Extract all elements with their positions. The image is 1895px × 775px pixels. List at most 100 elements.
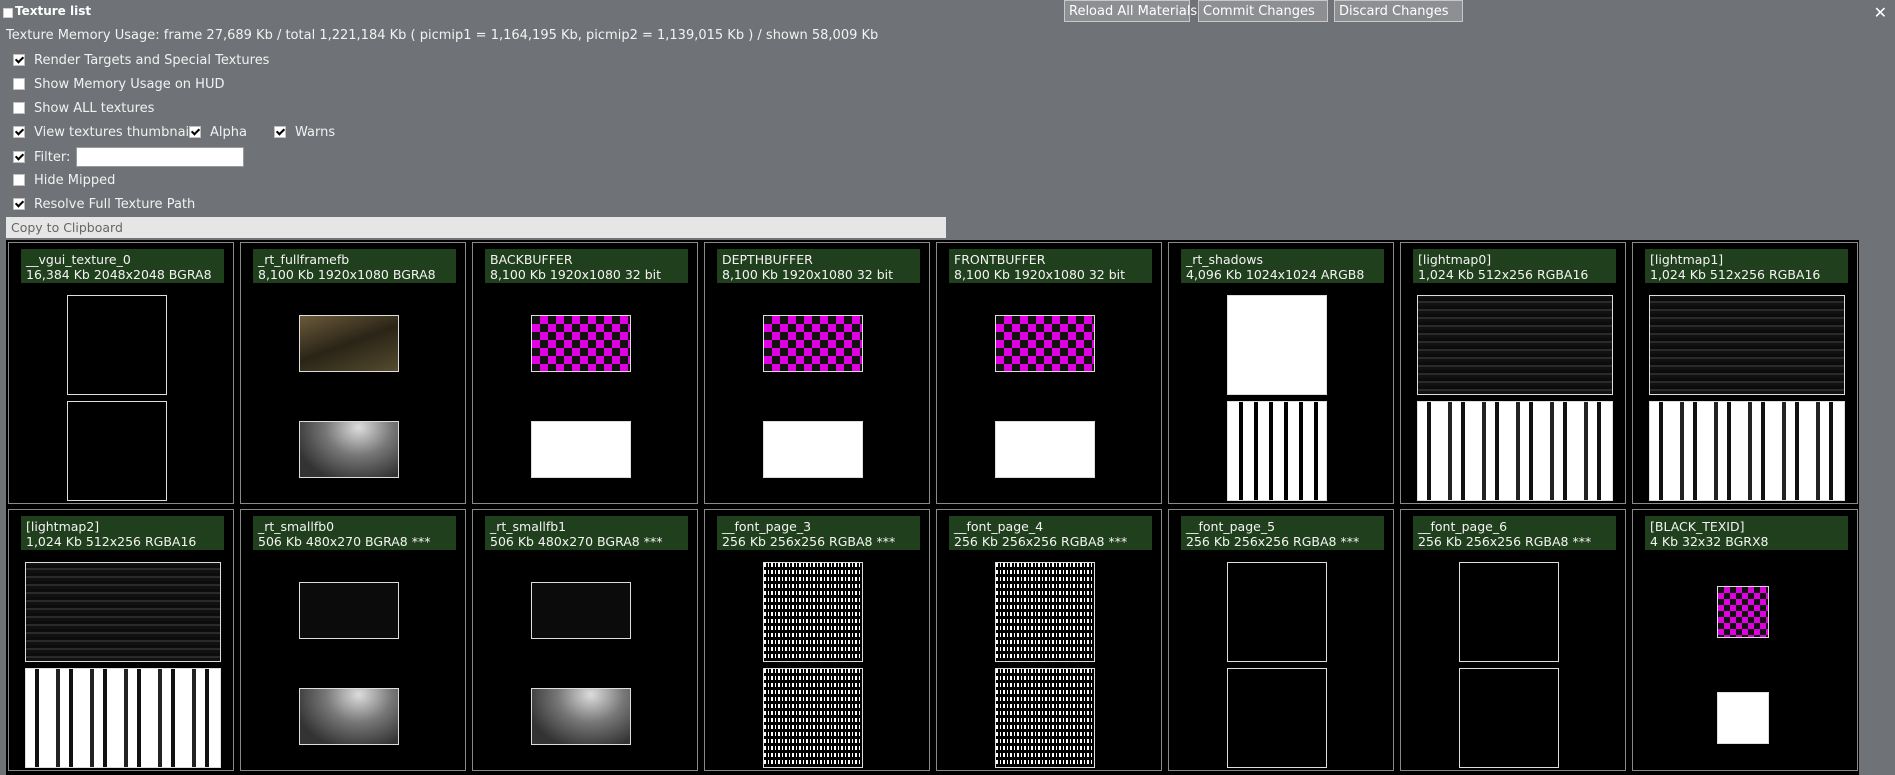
filter-input[interactable]: [76, 147, 245, 167]
texture-tile[interactable]: _rt_shadows 4,096 Kb 1024x1024 ARGB8: [1168, 242, 1394, 504]
texture-thumbnail: [995, 562, 1095, 662]
warns-checkbox[interactable]: [274, 126, 286, 138]
option-resolve-path[interactable]: Resolve Full Texture Path: [13, 195, 195, 213]
texture-name: __font_page_3: [722, 519, 812, 534]
title-bar: Texture list ✕: [0, 0, 1895, 26]
texture-tile[interactable]: __font_page_4 256 Kb 256x256 RGBA8 ***: [936, 509, 1162, 771]
texture-tile[interactable]: FRONTBUFFER 8,100 Kb 1920x1080 32 bit: [936, 242, 1162, 504]
texture-info: 256 Kb 256x256 RGBA8 ***: [722, 534, 896, 549]
texture-alpha-thumbnail: [995, 668, 1095, 768]
texture-tile[interactable]: [BLACK_TEXID] 4 Kb 32x32 BGRX8: [1632, 509, 1858, 771]
warns-label: Warns: [295, 124, 336, 140]
texture-tile[interactable]: _rt_fullframefb 8,100 Kb 1920x1080 BGRA8: [240, 242, 466, 504]
texture-label: __font_page_5 256 Kb 256x256 RGBA8 ***: [1181, 516, 1384, 550]
texture-label: [BLACK_TEXID] 4 Kb 32x32 BGRX8: [1645, 516, 1848, 550]
texture-thumbnail: [1717, 586, 1769, 638]
show-memory-hud-checkbox[interactable]: [13, 78, 25, 90]
texture-alpha-thumbnail: [1649, 401, 1845, 501]
show-all-checkbox[interactable]: [13, 102, 25, 114]
texture-info: 256 Kb 256x256 RGBA8 ***: [1186, 534, 1360, 549]
reload-all-materials-button[interactable]: Reload All Materials: [1064, 0, 1197, 22]
texture-alpha-thumbnail: [1227, 668, 1327, 768]
texture-info: 4,096 Kb 1024x1024 ARGB8: [1186, 267, 1365, 282]
option-render-targets[interactable]: Render Targets and Special Textures: [13, 51, 269, 69]
filter-label: Filter:: [34, 149, 71, 165]
hide-mipped-checkbox[interactable]: [13, 174, 25, 186]
texture-info: 8,100 Kb 1920x1080 BGRA8: [258, 267, 436, 282]
texture-name: [BLACK_TEXID]: [1650, 519, 1745, 534]
texture-info: 506 Kb 480x270 BGRA8 ***: [490, 534, 663, 549]
alpha-checkbox[interactable]: [189, 126, 201, 138]
texture-thumbnail: [1649, 295, 1845, 395]
texture-thumbnail: [995, 315, 1095, 372]
texture-thumbnail: [531, 582, 631, 639]
texture-tile[interactable]: BACKBUFFER 8,100 Kb 1920x1080 32 bit: [472, 242, 698, 504]
option-hide-mipped[interactable]: Hide Mipped: [13, 171, 115, 189]
option-alpha[interactable]: Alpha: [189, 123, 247, 141]
view-thumbnails-checkbox[interactable]: [13, 126, 25, 138]
texture-name: DEPTHBUFFER: [722, 252, 813, 267]
texture-name: BACKBUFFER: [490, 252, 573, 267]
texture-thumbnail: [299, 582, 399, 639]
texture-tile[interactable]: __font_page_6 256 Kb 256x256 RGBA8 ***: [1400, 509, 1626, 771]
texture-label: _rt_smallfb0 506 Kb 480x270 BGRA8 ***: [253, 516, 456, 550]
texture-info: 1,024 Kb 512x256 RGBA16: [1650, 267, 1821, 282]
texture-label: __font_page_3 256 Kb 256x256 RGBA8 ***: [717, 516, 920, 550]
texture-info: 8,100 Kb 1920x1080 32 bit: [490, 267, 662, 282]
texture-thumbnail: [531, 315, 631, 372]
texture-name: [lightmap1]: [1650, 252, 1724, 267]
texture-info: 4 Kb 32x32 BGRX8: [1650, 534, 1769, 549]
texture-tile[interactable]: [lightmap0] 1,024 Kb 512x256 RGBA16: [1400, 242, 1626, 504]
texture-thumbnail: [1417, 295, 1613, 395]
texture-tile[interactable]: _rt_smallfb0 506 Kb 480x270 BGRA8 ***: [240, 509, 466, 771]
texture-tile[interactable]: _rt_smallfb1 506 Kb 480x270 BGRA8 ***: [472, 509, 698, 771]
texture-alpha-thumbnail: [1227, 401, 1327, 501]
texture-label: [lightmap1] 1,024 Kb 512x256 RGBA16: [1645, 249, 1848, 283]
hide-mipped-label: Hide Mipped: [34, 172, 116, 188]
show-memory-hud-label: Show Memory Usage on HUD: [34, 76, 225, 92]
texture-alpha-thumbnail: [67, 401, 167, 501]
texture-info: 256 Kb 256x256 RGBA8 ***: [1418, 534, 1592, 549]
texture-label: BACKBUFFER 8,100 Kb 1920x1080 32 bit: [485, 249, 688, 283]
copy-to-clipboard-button[interactable]: Copy to Clipboard: [6, 217, 946, 238]
texture-name: _rt_smallfb0: [258, 519, 335, 534]
texture-label: [lightmap2] 1,024 Kb 512x256 RGBA16: [21, 516, 224, 550]
texture-tile[interactable]: [lightmap2] 1,024 Kb 512x256 RGBA16: [8, 509, 234, 771]
option-view-thumbnails[interactable]: View textures thumbnails: [13, 123, 200, 141]
texture-name: __font_page_4: [954, 519, 1044, 534]
texture-name: __vgui_texture_0: [26, 252, 131, 267]
texture-label: DEPTHBUFFER 8,100 Kb 1920x1080 32 bit: [717, 249, 920, 283]
option-show-all[interactable]: Show ALL textures: [13, 99, 154, 117]
texture-tile[interactable]: __font_page_3 256 Kb 256x256 RGBA8 ***: [704, 509, 930, 771]
render-targets-checkbox[interactable]: [13, 54, 25, 66]
texture-tile[interactable]: DEPTHBUFFER 8,100 Kb 1920x1080 32 bit: [704, 242, 930, 504]
texture-name: _rt_smallfb1: [490, 519, 567, 534]
render-targets-label: Render Targets and Special Textures: [34, 52, 270, 68]
texture-info: 8,100 Kb 1920x1080 32 bit: [954, 267, 1126, 282]
texture-name: [lightmap0]: [1418, 252, 1492, 267]
view-thumbnails-label: View textures thumbnails: [34, 124, 200, 140]
resolve-path-label: Resolve Full Texture Path: [34, 196, 196, 212]
show-all-label: Show ALL textures: [34, 100, 155, 116]
texture-alpha-thumbnail: [25, 668, 221, 768]
texture-tile[interactable]: [lightmap1] 1,024 Kb 512x256 RGBA16: [1632, 242, 1858, 504]
texture-thumbnail: [1227, 295, 1327, 395]
texture-info: 1,024 Kb 512x256 RGBA16: [1418, 267, 1589, 282]
commit-changes-button[interactable]: Commit Changes: [1198, 0, 1328, 22]
texture-info: 16,384 Kb 2048x2048 BGRA8: [26, 267, 212, 282]
texture-label: __font_page_4 256 Kb 256x256 RGBA8 ***: [949, 516, 1152, 550]
alpha-label: Alpha: [210, 124, 247, 140]
resolve-path-checkbox[interactable]: [13, 198, 25, 210]
texture-tile[interactable]: __font_page_5 256 Kb 256x256 RGBA8 ***: [1168, 509, 1394, 771]
window-icon: [3, 8, 13, 18]
texture-thumbnail: [1459, 562, 1559, 662]
close-icon[interactable]: ✕: [1874, 3, 1887, 22]
texture-alpha-thumbnail: [995, 421, 1095, 478]
option-warns[interactable]: Warns: [274, 123, 335, 141]
texture-alpha-thumbnail: [531, 688, 631, 745]
discard-changes-button[interactable]: Discard Changes: [1334, 0, 1463, 22]
texture-tile[interactable]: __vgui_texture_0 16,384 Kb 2048x2048 BGRA…: [8, 242, 234, 504]
option-show-memory-hud[interactable]: Show Memory Usage on HUD: [13, 75, 224, 93]
option-filter[interactable]: Filter:: [13, 146, 245, 168]
filter-checkbox[interactable]: [13, 151, 25, 163]
